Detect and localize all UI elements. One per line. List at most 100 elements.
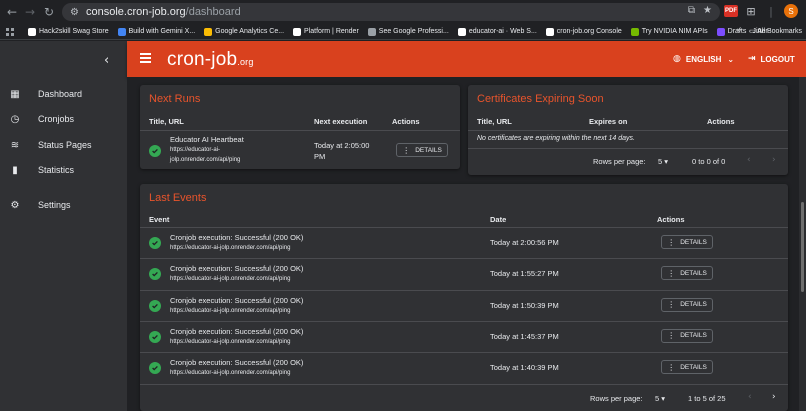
logo[interactable]: cron-job.org bbox=[167, 49, 254, 71]
event-date: Today at 1:55:27 PM bbox=[490, 269, 559, 279]
more-vert-icon: ⋮ bbox=[667, 331, 676, 341]
details-button[interactable]: ⋮ DETAILS bbox=[661, 266, 713, 281]
prev-page-icon[interactable]: ‹ bbox=[748, 392, 752, 402]
bookmark-item[interactable]: Hack2skill Swag Store bbox=[28, 27, 109, 36]
sidebar-item-dashboard[interactable]: ▦ Dashboard bbox=[0, 82, 127, 106]
bookmark-label: Google Analytics Ce... bbox=[215, 28, 285, 35]
bookmark-favicon-icon bbox=[117, 27, 126, 36]
page-scrollbar[interactable] bbox=[799, 77, 806, 411]
url-host: console.cron-job.org bbox=[85, 6, 186, 18]
more-vert-icon: ⋮ bbox=[402, 145, 411, 155]
hamburger-menu-icon[interactable] bbox=[140, 53, 151, 63]
details-label: DETAILS bbox=[680, 363, 707, 371]
last-events-card: Last Events Event Date Actions Cronjob e… bbox=[140, 184, 788, 411]
bookmark-item[interactable]: Build with Gemini X... bbox=[117, 27, 195, 36]
caret-down-icon: ▾ bbox=[664, 157, 669, 166]
extensions-icon[interactable]: ⊞ bbox=[744, 4, 758, 18]
event-title: Cronjob execution: Successful (200 OK) bbox=[170, 295, 304, 305]
column-header: Expires on bbox=[589, 117, 628, 126]
profile-avatar[interactable]: S bbox=[784, 4, 798, 18]
pagination-range: 0 to 0 of 0 bbox=[692, 157, 726, 166]
event-url: https://educator-ai-jolp.onrender.com/ap… bbox=[170, 276, 291, 283]
success-shield-icon bbox=[149, 299, 161, 312]
column-header: Event bbox=[149, 215, 170, 224]
next-page-icon[interactable]: › bbox=[772, 155, 776, 165]
bookmark-item[interactable]: Google Analytics Ce... bbox=[204, 27, 285, 36]
bookmark-item[interactable]: cron-job.org Console bbox=[545, 27, 622, 36]
table-row: Cronjob execution: Successful (200 OK) ht… bbox=[140, 227, 788, 258]
logout-button[interactable]: ⇥ LOGOUT bbox=[748, 54, 795, 64]
column-header: Next execution bbox=[314, 117, 368, 126]
details-button[interactable]: ⋮ DETAILS bbox=[661, 360, 713, 375]
rows-per-page-value: 5 bbox=[655, 394, 660, 403]
sidebar-item-statistics[interactable]: ▮ Statistics bbox=[0, 158, 127, 182]
sidebar-item-settings[interactable]: ⚙ Settings bbox=[0, 193, 127, 217]
empty-message: No certificates are expiring within the … bbox=[477, 135, 635, 142]
install-icon[interactable]: ⧉ bbox=[688, 5, 695, 16]
details-label: DETAILS bbox=[415, 146, 442, 154]
event-url: https://educator-ai-jolp.onrender.com/ap… bbox=[170, 307, 291, 314]
back-icon[interactable]: ← bbox=[2, 2, 22, 22]
details-button[interactable]: ⋮ DETAILS bbox=[396, 143, 448, 157]
event-url: https://educator-ai-jolp.onrender.com/ap… bbox=[170, 370, 291, 377]
forward-icon[interactable]: → bbox=[20, 2, 40, 22]
success-shield-icon bbox=[149, 362, 161, 375]
logout-icon: ⇥ bbox=[748, 54, 756, 64]
bookmark-favicon-icon bbox=[293, 27, 302, 36]
language-selector[interactable]: ◍ ENGLISH ⌄ bbox=[673, 54, 734, 64]
details-label: DETAILS bbox=[680, 238, 707, 246]
bookmark-item[interactable]: Platform | Render bbox=[293, 27, 359, 36]
bookmark-label: Hack2skill Swag Store bbox=[39, 28, 109, 35]
column-header: Actions bbox=[707, 117, 735, 126]
table-row: Cronjob execution: Successful (200 OK) ht… bbox=[140, 290, 788, 321]
event-title: Cronjob execution: Successful (200 OK) bbox=[170, 326, 304, 336]
prev-page-icon[interactable]: ‹ bbox=[747, 155, 751, 165]
pdf-extension-icon[interactable]: PDF bbox=[724, 5, 738, 17]
bookmark-item[interactable]: Try NVIDIA NIM APIs bbox=[630, 27, 708, 36]
more-vert-icon: ⋮ bbox=[667, 300, 676, 310]
bookmark-favicon-icon bbox=[545, 27, 554, 36]
scrollbar-thumb[interactable] bbox=[801, 202, 804, 292]
reload-icon[interactable]: ↻ bbox=[39, 2, 59, 22]
event-title: Cronjob execution: Successful (200 OK) bbox=[170, 358, 304, 368]
bookmark-item[interactable]: educator-ai · Web S... bbox=[457, 27, 537, 36]
more-bookmarks-button[interactable]: » bbox=[737, 27, 741, 35]
bookmark-star-icon[interactable]: ★ bbox=[703, 5, 712, 16]
certificates-card: Certificates Expiring Soon Title, URL Ex… bbox=[468, 85, 788, 175]
success-shield-icon bbox=[149, 268, 161, 281]
rows-per-page-select[interactable]: 5 ▾ bbox=[655, 394, 665, 403]
details-label: DETAILS bbox=[680, 301, 707, 309]
bookmark-label: See Google Professi... bbox=[378, 28, 449, 35]
next-execution: Today at 2:05:00 bbox=[314, 141, 370, 150]
next-page-icon[interactable]: › bbox=[772, 392, 776, 402]
sidebar-item-status-pages[interactable]: ≋ Status Pages bbox=[0, 133, 127, 157]
divider-icon: | bbox=[769, 4, 773, 18]
details-button[interactable]: ⋮ DETAILS bbox=[661, 235, 713, 249]
sidebar: ‹ ▦ Dashboard ◷ Cronjobs ≋ Status Pages … bbox=[0, 41, 127, 411]
certificates-title: Certificates Expiring Soon bbox=[477, 93, 604, 105]
bar-chart-icon: ▮ bbox=[12, 164, 18, 176]
bookmark-item[interactable]: See Google Professi... bbox=[367, 27, 449, 36]
event-url: https://educator-ai-jolp.onrender.com/ap… bbox=[170, 245, 291, 251]
caret-down-icon: ▾ bbox=[661, 394, 666, 403]
details-button[interactable]: ⋮ DETAILS bbox=[661, 328, 713, 343]
logout-label: LOGOUT bbox=[760, 54, 795, 64]
last-events-title: Last Events bbox=[149, 192, 207, 204]
success-shield-icon bbox=[149, 237, 161, 249]
job-url: https://educator-ai- bbox=[170, 147, 221, 153]
all-bookmarks-button[interactable]: ▭ All Bookmarks bbox=[749, 27, 802, 35]
more-vert-icon: ⋮ bbox=[667, 362, 676, 372]
event-title: Cronjob execution: Successful (200 OK) bbox=[170, 264, 304, 274]
sidebar-item-cronjobs[interactable]: ◷ Cronjobs bbox=[0, 107, 127, 131]
app-bar: cron-job.org ◍ ENGLISH ⌄ ⇥ LOGOUT bbox=[127, 41, 806, 77]
next-runs-card: Next Runs Title, URL Next execution Acti… bbox=[140, 85, 460, 169]
rows-per-page-select[interactable]: 5 ▾ bbox=[658, 157, 668, 166]
address-bar[interactable]: ⚙ console.cron-job.org/dashboard ⧉ ★ bbox=[62, 3, 720, 21]
table-row: Cronjob execution: Successful (200 OK) ht… bbox=[140, 258, 788, 289]
details-button[interactable]: ⋮ DETAILS bbox=[661, 297, 713, 312]
site-info-icon[interactable]: ⚙ bbox=[70, 7, 79, 18]
collapse-sidebar-icon[interactable]: ‹ bbox=[104, 53, 109, 68]
browser-toolbar: ← → ↻ ⚙ console.cron-job.org/dashboard ⧉… bbox=[0, 0, 806, 24]
bookmark-favicon-icon bbox=[716, 27, 725, 36]
apps-icon[interactable] bbox=[6, 27, 14, 36]
